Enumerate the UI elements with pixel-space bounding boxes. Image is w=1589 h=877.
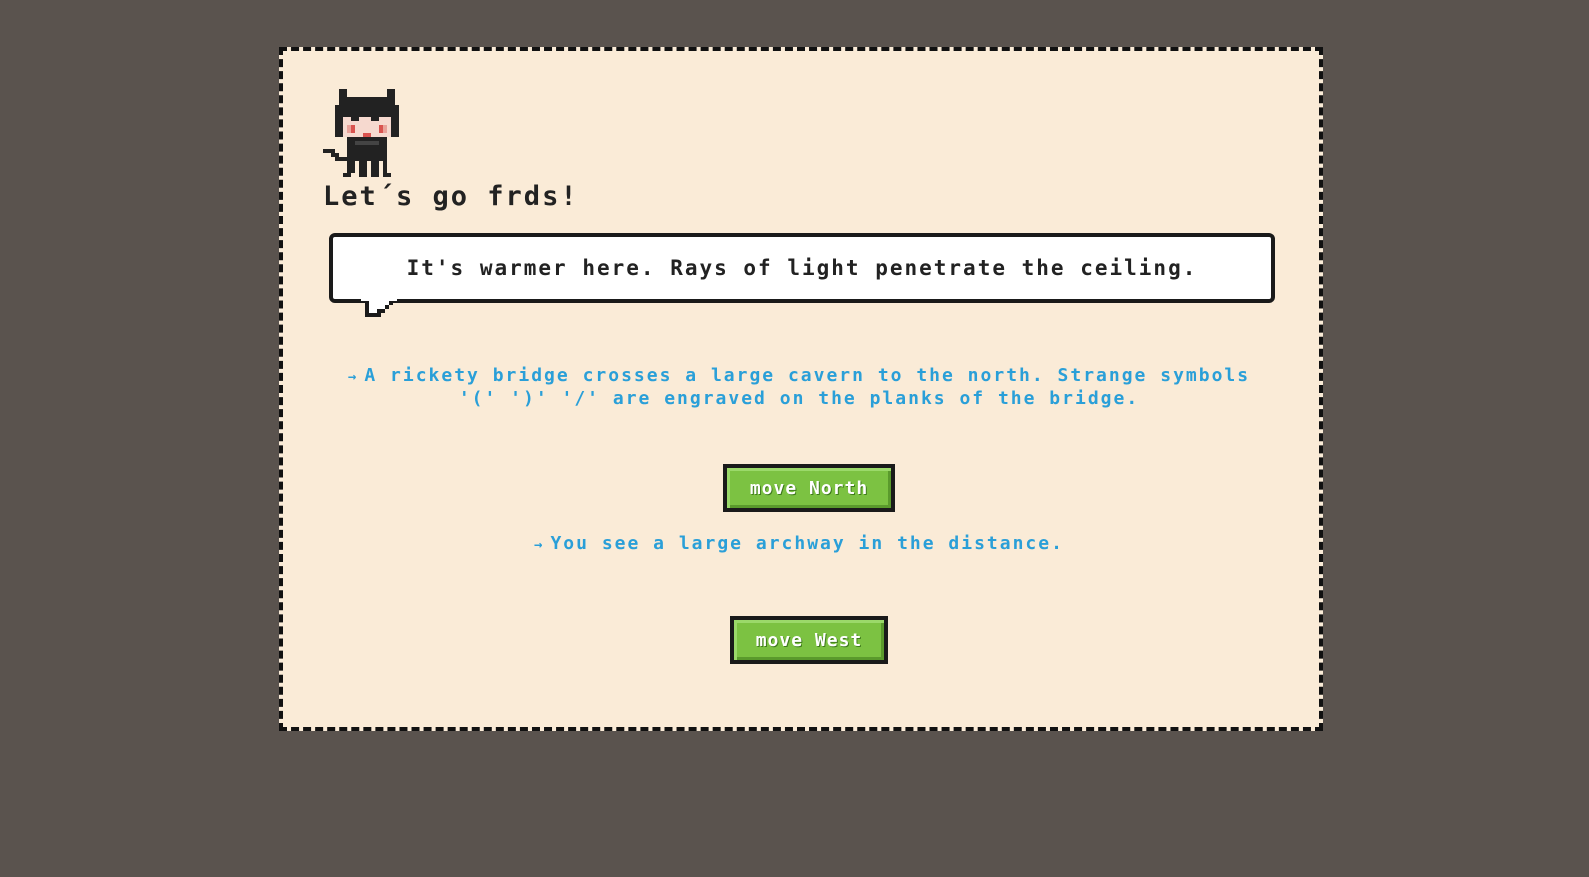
right-arrow-icon: → bbox=[534, 537, 545, 553]
choice-description-text: You see a large archway in the distance. bbox=[550, 533, 1064, 554]
right-arrow-icon: → bbox=[347, 369, 359, 385]
move-west-button[interactable]: move West bbox=[730, 616, 888, 664]
choice-description-west: → You see a large archway in the distance… bbox=[343, 533, 1255, 556]
headline: Let´s go frds! bbox=[323, 181, 579, 212]
speech-bubble-tail bbox=[361, 297, 397, 317]
move-north-button[interactable]: move North bbox=[723, 464, 895, 512]
pixel-cat-avatar-icon bbox=[323, 89, 399, 177]
speech-bubble-text: It's warmer here. Rays of light penetrat… bbox=[406, 256, 1198, 280]
choice-description-text: A rickety bridge crosses a large cavern … bbox=[364, 365, 1251, 409]
game-panel: Let´s go frds! It's warmer here. Rays of… bbox=[279, 47, 1323, 731]
choice-description-north: → A rickety bridge crosses a large cavern… bbox=[343, 365, 1255, 409]
speech-bubble: It's warmer here. Rays of light penetrat… bbox=[329, 233, 1275, 317]
